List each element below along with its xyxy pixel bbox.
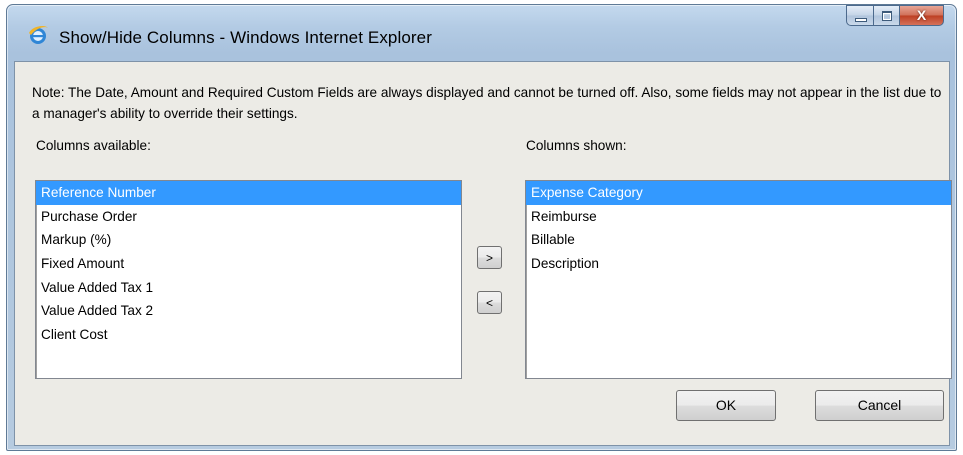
minimize-button[interactable] [846,5,873,26]
list-item[interactable]: Billable [526,228,951,252]
close-icon: X [916,7,927,23]
list-item[interactable]: Client Cost [36,323,461,347]
remove-column-button[interactable]: < [477,291,502,314]
window-controls: X [846,5,944,27]
list-item[interactable]: Reimburse [526,205,951,229]
list-item[interactable]: Reference Number [36,181,461,205]
ok-button[interactable]: OK [676,390,776,421]
available-columns-label: Columns available: [36,138,151,153]
list-item[interactable]: Value Added Tax 2 [36,299,461,323]
close-button[interactable]: X [900,5,944,26]
maximize-icon [882,11,892,21]
window-title: Show/Hide Columns - Windows Internet Exp… [59,28,432,47]
available-columns-listbox[interactable]: Reference Number Purchase Order Markup (%)… [35,180,462,379]
list-item[interactable]: Expense Category [526,181,951,205]
cancel-button[interactable]: Cancel [815,390,944,421]
shown-columns-listbox[interactable]: Expense Category Reimburse Billable Descrip… [525,180,952,379]
title-bar[interactable]: Show/Hide Columns - Windows Internet Exp… [7,5,956,55]
list-item[interactable]: Fixed Amount [36,252,461,276]
minimize-icon [855,18,867,22]
list-item[interactable]: Description [526,252,951,276]
dialog-window: Show/Hide Columns - Windows Internet Exp… [6,4,957,451]
dialog-body: Note: The Date, Amount and Required Cust… [14,61,952,446]
maximize-button[interactable] [873,5,900,26]
list-item[interactable]: Value Added Tax 1 [36,276,461,300]
list-item[interactable]: Purchase Order [36,205,461,229]
internet-explorer-icon [29,25,48,44]
note-text: Note: The Date, Amount and Required Cust… [32,85,942,121]
shown-columns-label: Columns shown: [526,138,627,153]
add-column-button[interactable]: > [477,246,502,269]
list-item[interactable]: Markup (%) [36,228,461,252]
